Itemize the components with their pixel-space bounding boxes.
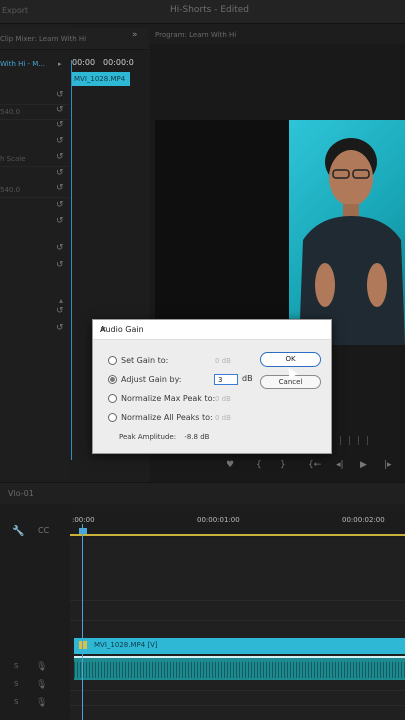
solo-icon[interactable]: S: [14, 680, 18, 688]
adjust-gain-input[interactable]: [214, 374, 238, 385]
track-divider: [70, 705, 405, 706]
reset-icon[interactable]: ↺: [56, 183, 64, 193]
clip-mixer-tab[interactable]: Clip Mixer: Learn With Hi: [0, 35, 86, 43]
playhead-handle[interactable]: [79, 528, 87, 534]
play-arrow-icon[interactable]: ▸: [58, 60, 62, 68]
gain-unit-label: dB: [242, 374, 253, 383]
window-title: Hi-Shorts - Edited: [170, 5, 250, 15]
reset-icon[interactable]: ↺: [56, 168, 64, 178]
reset-icon[interactable]: ↺: [56, 243, 64, 253]
track-divider: [70, 690, 405, 691]
close-icon[interactable]: ✕: [100, 325, 325, 334]
program-monitor-tab[interactable]: Program: Learn With Hi: [155, 31, 236, 39]
ruler-timecode: 00:00:01:00: [197, 516, 240, 524]
video-clip-label: MVI_1028.MP4 [V]: [94, 641, 158, 649]
ok-button[interactable]: OK: [260, 352, 321, 367]
reset-icon[interactable]: ↺: [56, 216, 64, 226]
reset-icon[interactable]: ↺: [56, 136, 64, 146]
panel-overflow-icon[interactable]: »: [132, 30, 138, 40]
peak-amplitude-value: -8.8 dB: [184, 433, 210, 441]
mic-icon[interactable]: 🎙: [36, 698, 47, 708]
play-icon[interactable]: ▶: [360, 460, 367, 470]
dialog-title-bar: Audio Gain ✕: [93, 320, 331, 340]
source-timecode-start: 00:00: [72, 58, 96, 67]
source-clip-chip[interactable]: MVI_1028.MP4: [72, 72, 130, 86]
premiere-workspace: Export Hi-Shorts - Edited Clip Mixer: Le…: [0, 0, 405, 720]
radio-button[interactable]: [108, 356, 117, 365]
reset-icon[interactable]: ↺: [56, 120, 64, 130]
fx-badge-icon: [79, 641, 87, 649]
monitor-scale-ticks: |||||: [330, 436, 376, 446]
peak-amplitude-label: Peak Amplitude:: [119, 433, 177, 441]
audio-clip[interactable]: [74, 656, 405, 680]
timeline-header: Vlo-01: [0, 482, 405, 504]
timeline-ruler[interactable]: :00:00 00:00:01:00 00:00:02:00: [70, 510, 405, 536]
radio-button[interactable]: [108, 394, 117, 403]
export-tab[interactable]: Export: [2, 6, 28, 15]
marker-icon[interactable]: ♥: [226, 460, 234, 470]
reset-icon[interactable]: ↺: [56, 306, 64, 316]
step-back-icon[interactable]: ◂|: [336, 460, 344, 470]
ruler-timecode: :00:00: [72, 516, 95, 524]
dialog-body: Set Gain to: 0 dB Adjust Gain by: dB Nor…: [93, 341, 331, 453]
mark-out-icon[interactable]: }: [280, 460, 286, 470]
source-timecode-next: 00:00:0: [103, 58, 134, 67]
peak-amplitude: Peak Amplitude: -8.8 dB: [119, 433, 209, 441]
track-divider: [70, 620, 405, 621]
go-to-in-icon[interactable]: {←: [308, 460, 321, 470]
effect-clip-name: With Hi - M...: [0, 60, 46, 68]
mic-icon[interactable]: 🎙: [36, 680, 47, 690]
reset-icon[interactable]: ↺: [56, 90, 64, 100]
audio-gain-dialog: Audio Gain ✕ Set Gain to: 0 dB Adjust Ga…: [92, 319, 332, 454]
timeline-playhead[interactable]: [82, 524, 83, 720]
normalize-max-value: 0 dB: [215, 395, 231, 403]
reset-icon[interactable]: ↺: [56, 152, 64, 162]
set-gain-value: 0 dB: [215, 357, 231, 365]
panel-header: Clip Mixer: Learn With Hi: [0, 28, 148, 50]
timeline-tracks: [70, 538, 405, 720]
track-divider: [70, 600, 405, 601]
reset-icon[interactable]: ↺: [56, 323, 64, 333]
track-headers: 🔧 CC 🎙 🎙 🎙 S S S: [0, 504, 70, 720]
radio-button-selected[interactable]: [108, 375, 117, 384]
wrench-icon[interactable]: 🔧: [12, 526, 24, 537]
radio-button[interactable]: [108, 413, 117, 422]
title-bar: Export Hi-Shorts - Edited: [0, 0, 405, 24]
video-frame-letterbox: [155, 120, 290, 345]
step-forward-icon[interactable]: |▸: [384, 460, 392, 470]
mic-icon[interactable]: 🎙: [36, 662, 47, 672]
audio-waveform: [74, 662, 405, 678]
mark-in-icon[interactable]: {: [256, 460, 262, 470]
video-clip[interactable]: MVI_1028.MP4 [V]: [74, 638, 405, 654]
solo-icon[interactable]: S: [14, 662, 18, 670]
captions-icon[interactable]: CC: [38, 526, 49, 535]
solo-icon[interactable]: S: [14, 698, 18, 706]
reset-icon[interactable]: ↺: [56, 105, 64, 115]
person-illustration: [299, 138, 405, 345]
collapse-icon[interactable]: ▴: [59, 296, 63, 305]
source-playhead[interactable]: [71, 60, 72, 460]
reset-icon[interactable]: ↺: [56, 200, 64, 210]
normalize-all-value: 0 dB: [215, 414, 231, 422]
sequence-tab[interactable]: Vlo-01: [8, 489, 34, 498]
video-frame-person: [289, 120, 405, 345]
reset-icon[interactable]: ↺: [56, 260, 64, 270]
ruler-timecode: 00:00:02:00: [342, 516, 385, 524]
